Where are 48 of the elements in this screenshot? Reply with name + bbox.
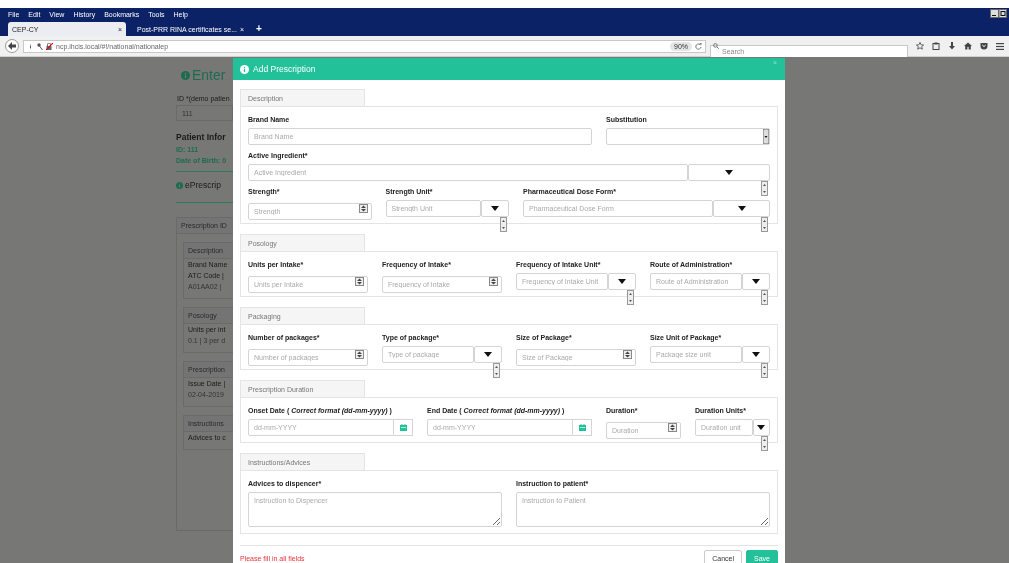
reload-icon[interactable] — [695, 42, 702, 50]
spinner-icon[interactable] — [668, 423, 677, 432]
dropdown-button[interactable] — [480, 200, 509, 217]
spinner-icon[interactable] — [355, 350, 364, 359]
spinner-icon[interactable] — [358, 204, 368, 213]
home-icon[interactable] — [964, 42, 972, 50]
dropdown-arrow-icon[interactable] — [763, 129, 769, 144]
info-icon — [240, 64, 249, 74]
caret-icon — [484, 352, 493, 357]
shield-icon[interactable] — [980, 42, 988, 50]
caret-icon — [752, 352, 761, 357]
dropdown-button[interactable] — [608, 273, 636, 290]
section-heading: ePrescrip — [185, 180, 221, 190]
caret-icon — [490, 206, 499, 211]
caret-icon — [757, 425, 766, 430]
spinner-icon[interactable] — [623, 350, 632, 359]
search-icon — [713, 43, 719, 49]
scroll-arrows-icon[interactable] — [761, 181, 768, 196]
spinner-icon[interactable] — [355, 277, 364, 286]
dropdown-button[interactable] — [752, 419, 770, 436]
info-icon — [181, 70, 190, 80]
clipboard-icon[interactable] — [932, 42, 940, 50]
scroll-arrows-icon[interactable] — [761, 217, 768, 232]
back-icon[interactable] — [5, 39, 19, 53]
info-icon — [27, 42, 34, 50]
select-field[interactable] — [606, 128, 770, 145]
dropdown-button[interactable] — [742, 346, 770, 363]
page-heading: Enter — [192, 67, 226, 83]
scroll-arrows-icon[interactable] — [500, 217, 507, 232]
calendar-icon — [578, 424, 586, 431]
window-buttons-icon[interactable] — [990, 9, 1007, 18]
dropdown-button[interactable] — [742, 273, 770, 290]
new-tab-button[interactable]: + — [252, 22, 266, 36]
dropdown-button[interactable] — [474, 346, 502, 363]
dialog-title: Add Prescription — [253, 64, 316, 74]
info-icon — [176, 181, 183, 189]
menu-icon[interactable] — [996, 42, 1004, 50]
section-heading: Patient Infor — [176, 132, 227, 142]
star-icon[interactable] — [916, 42, 924, 50]
caret-icon — [618, 279, 627, 284]
key-icon[interactable] — [37, 42, 43, 50]
caret-icon — [725, 170, 733, 175]
caret-icon — [752, 279, 761, 284]
lock-icon[interactable] — [46, 42, 53, 50]
caret-icon — [737, 206, 746, 211]
download-icon[interactable] — [948, 42, 956, 50]
spinner-icon[interactable] — [489, 277, 498, 286]
calendar-icon — [399, 424, 407, 431]
